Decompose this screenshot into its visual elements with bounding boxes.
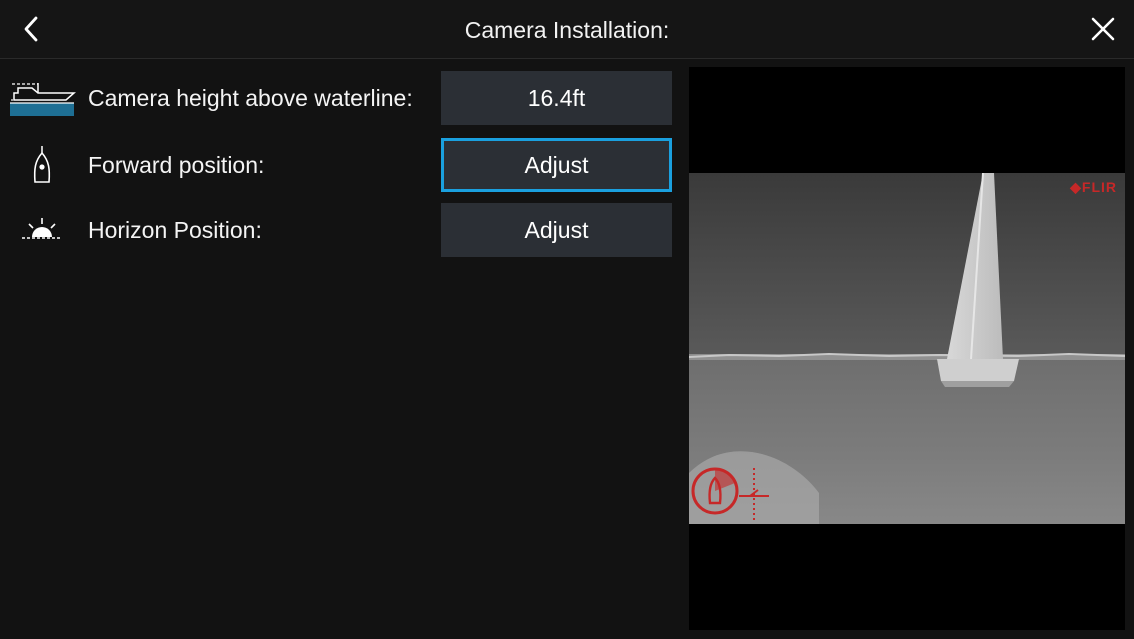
forward-position-adjust-button[interactable]: Adjust	[441, 138, 672, 192]
boat-waterline-icon	[6, 77, 78, 119]
horizon-position-label: Horizon Position:	[88, 217, 262, 243]
title-bar: Camera Installation:	[0, 0, 1134, 59]
camera-preview-panel: ◆FLIR	[689, 67, 1125, 630]
close-icon	[1091, 17, 1115, 41]
setting-row-forward-position: Forward position: Adjust	[0, 138, 680, 192]
camera-height-button[interactable]: 16.4ft	[441, 71, 672, 125]
setting-row-horizon-position: Horizon Position: Adjust	[0, 203, 680, 257]
thermal-camera-view: ◆FLIR	[689, 173, 1125, 524]
forward-position-label: Forward position:	[88, 152, 265, 178]
boat-forward-icon	[6, 144, 78, 186]
thermal-image	[689, 173, 1125, 524]
setting-row-camera-height: Camera height above waterline: 16.4ft	[0, 71, 680, 125]
close-button[interactable]	[1086, 12, 1120, 46]
horizon-sunrise-icon	[6, 209, 78, 251]
page-title: Camera Installation:	[464, 17, 670, 43]
flir-brand-label: FLIR	[1081, 179, 1117, 195]
flir-logo: ◆FLIR	[1070, 179, 1117, 195]
horizon-position-adjust-button[interactable]: Adjust	[441, 203, 672, 257]
camera-height-label: Camera height above waterline:	[88, 85, 413, 111]
